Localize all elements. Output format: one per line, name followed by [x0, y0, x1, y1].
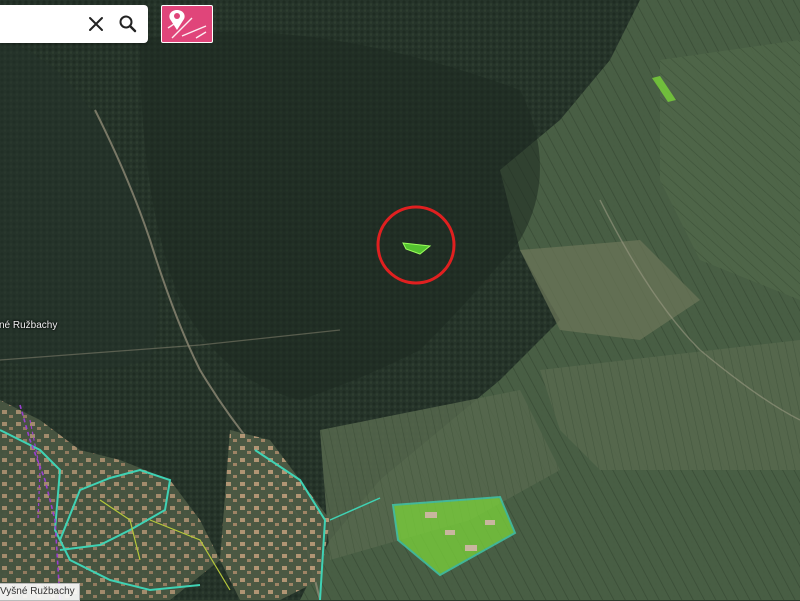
satellite-map[interactable]: [0, 0, 800, 600]
town-label-ghost: vné Ružbachy: [0, 320, 58, 331]
search-bar: [0, 5, 148, 43]
close-icon[interactable]: [84, 12, 108, 36]
search-input[interactable]: [0, 5, 92, 43]
search-icon[interactable]: [116, 12, 140, 36]
town-label: Vyšné Ružbachy: [0, 583, 80, 601]
map-pin-parcel-icon: [167, 10, 207, 39]
parcel-pin-button[interactable]: [161, 5, 213, 43]
